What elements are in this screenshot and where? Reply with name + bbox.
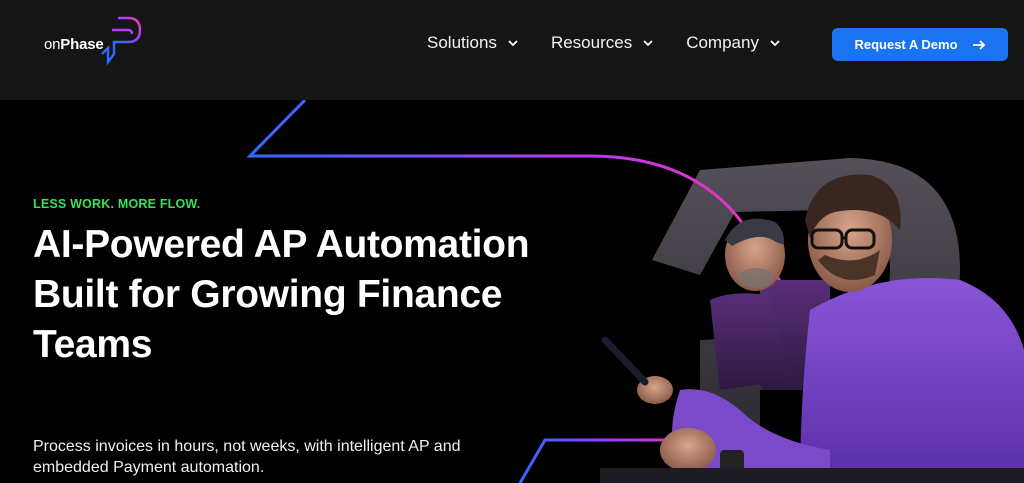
two-men-in-meeting-photo <box>600 174 1024 483</box>
menu-solutions-label: Solutions <box>427 33 497 52</box>
arrow-right-icon <box>972 39 985 50</box>
menu-solutions[interactable]: Solutions <box>427 33 519 53</box>
onphase-logo[interactable]: onPhase <box>44 16 142 70</box>
logo-wordmark: onPhase <box>44 35 104 53</box>
request-demo-button[interactable]: Request A Demo <box>832 28 1008 61</box>
main-menu: Solutions Resources Company <box>427 33 813 53</box>
hero-headline: AI-Powered AP Automation Built for Growi… <box>33 223 530 366</box>
hero-eyebrow: LESS WORK. MORE FLOW. <box>33 197 201 211</box>
menu-company[interactable]: Company <box>686 33 781 53</box>
menu-resources-label: Resources <box>550 33 633 52</box>
chevron-down-icon <box>643 40 653 47</box>
logo-p-mark-icon <box>100 16 141 66</box>
request-demo-label: Request A Demo <box>854 37 958 52</box>
chevron-down-icon <box>770 40 780 47</box>
hero-section: LESS WORK. MORE FLOW. AI-Powered AP Auto… <box>0 100 1024 483</box>
menu-resources[interactable]: Resources <box>551 33 654 53</box>
chevron-down-icon <box>508 40 518 47</box>
hero-subtext: Process invoices in hours, not weeks, wi… <box>33 438 461 476</box>
menu-company-label: Company <box>686 33 759 52</box>
top-navigation: onPhase Solutions Resources Company Requ… <box>0 0 1024 100</box>
